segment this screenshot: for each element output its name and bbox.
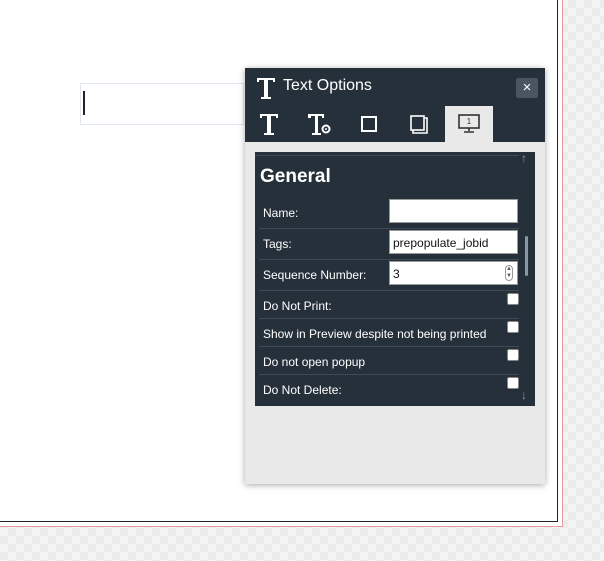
divider	[255, 155, 519, 156]
text-options-panel: Text Options × 1 General Name: Tags: pre…	[245, 68, 545, 484]
do-not-print-checkbox[interactable]	[507, 293, 519, 305]
tab-text-settings[interactable]	[295, 106, 343, 142]
panel-header: Text Options × 1	[245, 68, 545, 142]
section-title: General	[260, 166, 331, 187]
show-in-preview-label: Show in Preview despite not being printe…	[263, 327, 487, 341]
shadow-box-icon	[410, 115, 428, 134]
do-not-delete-checkbox[interactable]	[507, 377, 519, 389]
tab-text[interactable]	[245, 106, 293, 142]
do-not-delete-row: Do Not Delete:	[259, 375, 519, 403]
do-not-open-popup-checkbox[interactable]	[507, 349, 519, 361]
name-row: Name:	[259, 198, 519, 229]
text-settings-icon	[308, 114, 331, 135]
do-not-print-row: Do Not Print:	[259, 291, 519, 319]
monitor-badge: 1	[467, 117, 472, 126]
scroll-thumb[interactable]	[525, 236, 528, 276]
tab-border[interactable]	[345, 106, 393, 142]
tab-display[interactable]: 1	[445, 106, 493, 142]
tab-shadow[interactable]	[395, 106, 443, 142]
show-in-preview-checkbox[interactable]	[507, 321, 519, 333]
panel-title: Text Options	[283, 77, 372, 94]
monitor-icon: 1	[458, 114, 480, 133]
sequence-value: 3	[393, 267, 400, 281]
do-not-print-label: Do Not Print:	[263, 299, 332, 313]
sequence-number-field[interactable]: 3 ▲ ▼	[389, 261, 518, 285]
do-not-delete-label: Do Not Delete:	[263, 383, 342, 397]
number-stepper[interactable]: ▲ ▼	[505, 265, 513, 281]
do-not-open-popup-label: Do not open popup	[263, 355, 366, 369]
text-icon	[257, 78, 275, 99]
name-label: Name:	[263, 206, 299, 220]
do-not-open-popup-row: Do not open popup	[259, 347, 519, 375]
sequence-row: Sequence Number: 3 ▲ ▼	[259, 260, 519, 291]
close-button[interactable]: ×	[516, 78, 538, 98]
show-in-preview-row: Show in Preview despite not being printe…	[259, 319, 519, 347]
scroll-down-arrow-icon[interactable]: ↓	[521, 388, 527, 402]
name-field[interactable]	[389, 199, 518, 223]
sequence-label: Sequence Number:	[263, 268, 367, 282]
border-square-icon	[361, 116, 377, 132]
text-box-element[interactable]	[80, 83, 244, 125]
tags-row: Tags: prepopulate_jobid	[259, 229, 519, 260]
text-icon	[260, 114, 278, 135]
scrollbar[interactable]: ↑ ↓	[519, 152, 535, 406]
scroll-up-arrow-icon[interactable]: ↑	[521, 152, 527, 165]
tags-label: Tags:	[263, 237, 292, 251]
text-caret	[83, 91, 85, 115]
general-options-body: General Name: Tags: prepopulate_jobid Se…	[255, 152, 535, 406]
tags-field[interactable]: prepopulate_jobid	[389, 230, 518, 254]
